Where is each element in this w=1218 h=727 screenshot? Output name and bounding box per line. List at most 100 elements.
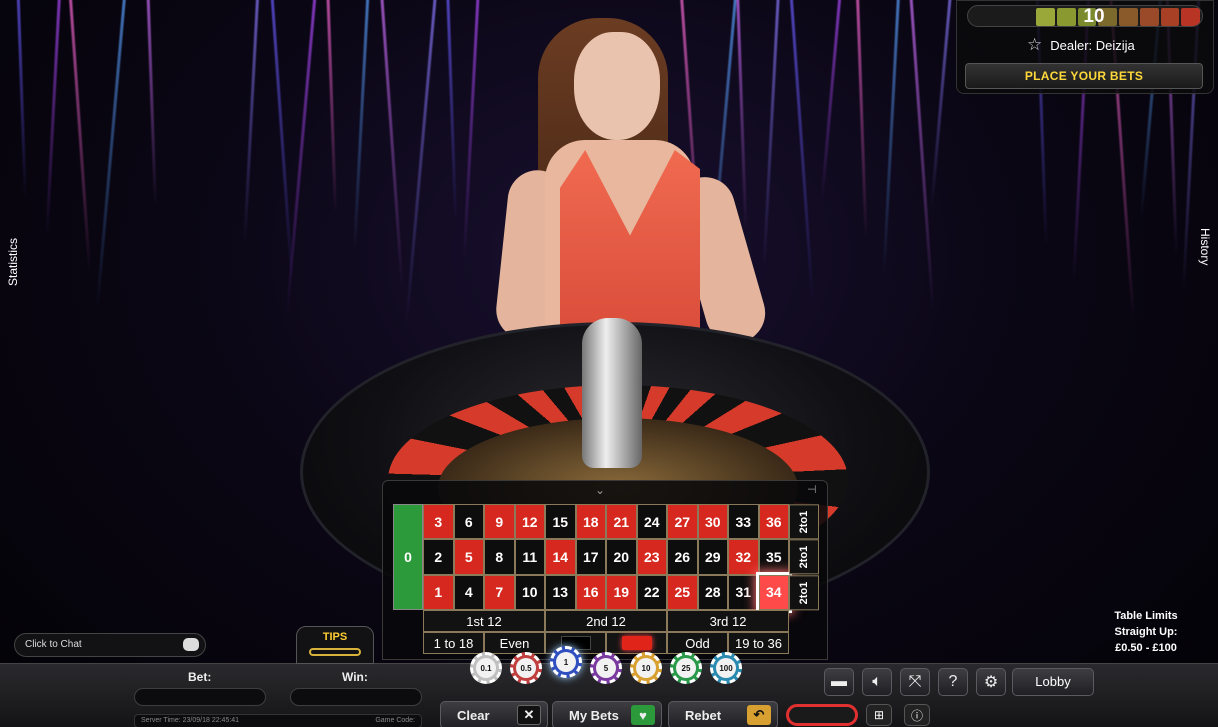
bet-spot-10[interactable]: 10 <box>514 574 545 610</box>
bet-spot-24[interactable]: 24 <box>636 504 667 540</box>
rebet-label: Rebet <box>685 707 722 723</box>
chip-100[interactable]: 100 <box>710 652 742 684</box>
bet-spot-16[interactable]: 16 <box>575 574 606 610</box>
column-bet-2[interactable]: 2to1 <box>789 539 819 575</box>
bet-spot-19[interactable]: 19 <box>606 574 637 610</box>
bet-spot-31[interactable]: 31 <box>728 574 759 610</box>
info-icon[interactable]: ⓘ <box>904 704 930 726</box>
timer-segment <box>1119 8 1138 26</box>
chevron-down-icon[interactable]: ⌄ <box>595 483 605 497</box>
bet-spot-22[interactable]: 22 <box>636 574 667 610</box>
outside-bet-1[interactable]: Even <box>484 632 545 654</box>
outside-bet-4[interactable]: Odd <box>667 632 728 654</box>
limits-type: Straight Up: <box>1114 626 1178 638</box>
bet-spot-14[interactable]: 14 <box>545 539 576 575</box>
light-streak <box>929 0 954 211</box>
chat-placeholder: Click to Chat <box>25 639 82 650</box>
column-bet-1[interactable]: 2to1 <box>789 504 819 540</box>
light-streak <box>243 0 260 245</box>
chip-5[interactable]: 5 <box>590 652 622 684</box>
chip-25[interactable]: 25 <box>670 652 702 684</box>
table-limits: Table Limits Straight Up: £0.50 - £100 <box>1104 608 1188 656</box>
chip-1[interactable]: 1 <box>550 646 582 678</box>
bet-label: Bet: <box>188 670 212 684</box>
gear-icon[interactable]: ⚙ <box>976 668 1006 696</box>
outside-bet-0[interactable]: 1 to 18 <box>423 632 484 654</box>
bet-spot-4[interactable]: 4 <box>453 574 484 610</box>
bet-spot-8[interactable]: 8 <box>484 539 515 575</box>
bet-spot-5[interactable]: 5 <box>453 539 484 575</box>
light-streak <box>67 0 92 274</box>
my-bets-label: My Bets <box>569 707 619 723</box>
help-icon[interactable]: ? <box>938 668 968 696</box>
bet-spot-1[interactable]: 1 <box>423 574 454 610</box>
bet-spot-11[interactable]: 11 <box>514 539 545 575</box>
bet-spot-13[interactable]: 13 <box>545 574 576 610</box>
light-streak <box>45 0 62 237</box>
chip-value: 1 <box>556 652 576 672</box>
speech-bubble-icon <box>183 638 199 651</box>
win-amount-field <box>290 688 422 706</box>
clear-button[interactable]: Clear ✕ <box>440 701 548 727</box>
server-status-line: Server Time: 23/09/18 22:45:41 Game Code… <box>134 714 422 727</box>
bet-spot-23[interactable]: 23 <box>636 539 667 575</box>
bet-spot-7[interactable]: 7 <box>484 574 515 610</box>
lobby-button[interactable]: Lobby <box>1012 668 1094 696</box>
bet-spot-25[interactable]: 25 <box>667 574 698 610</box>
chip-0.5[interactable]: 0.5 <box>510 652 542 684</box>
expand-icon[interactable]: ⤧ <box>900 668 930 696</box>
bet-spot-9[interactable]: 9 <box>484 504 515 540</box>
bet-spot-6[interactable]: 6 <box>453 504 484 540</box>
light-streak <box>269 0 294 282</box>
racetrack-toggle-button[interactable] <box>786 704 858 726</box>
timer-segment <box>1160 8 1180 26</box>
speaker-icon[interactable]: 🔈︎ <box>862 668 892 696</box>
bet-spot-28[interactable]: 28 <box>697 574 728 610</box>
bet-spot-30[interactable]: 30 <box>697 504 728 540</box>
bet-spot-33[interactable]: 33 <box>728 504 759 540</box>
dozen-bet-1[interactable]: 1st 12 <box>423 610 545 632</box>
timer-segment <box>1181 8 1200 26</box>
bet-spot-15[interactable]: 15 <box>545 504 576 540</box>
dozen-bet-3[interactable]: 3rd 12 <box>667 610 789 632</box>
red-bet[interactable] <box>606 632 667 654</box>
bet-spot-2[interactable]: 2 <box>423 539 454 575</box>
light-streak <box>146 0 157 208</box>
history-tab[interactable]: History <box>1198 228 1212 265</box>
bet-spot-35[interactable]: 35 <box>758 539 789 575</box>
bet-spot-26[interactable]: 26 <box>667 539 698 575</box>
dozen-bet-2[interactable]: 2nd 12 <box>545 610 667 632</box>
bet-spot-12[interactable]: 12 <box>514 504 545 540</box>
bet-spot-3[interactable]: 3 <box>423 504 454 540</box>
column-bet-3[interactable]: 2to1 <box>789 574 819 610</box>
bet-spot-29[interactable]: 29 <box>697 539 728 575</box>
light-streak <box>462 0 481 261</box>
fullscreen-small-icon[interactable]: ⊞ <box>866 704 892 726</box>
bet-spot-36[interactable]: 36 <box>758 504 789 540</box>
timer-segment <box>1139 8 1159 26</box>
bet-spot-20[interactable]: 20 <box>606 539 637 575</box>
chat-input[interactable]: Click to Chat <box>14 633 206 657</box>
bet-spot-34[interactable]: 34 <box>755 571 792 614</box>
tips-button[interactable]: TIPS <box>296 626 374 664</box>
bet-spot-zero[interactable]: 0 <box>393 504 423 610</box>
chat-bubble-icon[interactable]: ▬ <box>824 668 854 696</box>
star-icon[interactable]: ☆ <box>1027 35 1042 55</box>
bet-spot-21[interactable]: 21 <box>606 504 637 540</box>
pin-icon[interactable]: ⊣ <box>807 483 817 496</box>
clear-label: Clear <box>457 707 490 723</box>
tips-label: TIPS <box>322 631 348 643</box>
chip-0.1[interactable]: 0.1 <box>470 652 502 684</box>
rebet-button[interactable]: Rebet ↶ <box>668 701 778 727</box>
chip-10[interactable]: 10 <box>630 652 662 684</box>
bet-spot-32[interactable]: 32 <box>728 539 759 575</box>
column-bets: 2to1 2to1 2to1 <box>789 504 819 610</box>
bet-spot-27[interactable]: 27 <box>667 504 698 540</box>
bet-spot-18[interactable]: 18 <box>575 504 606 540</box>
statistics-tab[interactable]: Statistics <box>6 238 20 286</box>
light-streak <box>908 0 935 314</box>
outside-bet-5[interactable]: 19 to 36 <box>728 632 789 654</box>
undo-arrow-icon: ↶ <box>747 705 771 725</box>
my-bets-button[interactable]: My Bets ♥ <box>552 701 662 727</box>
bet-spot-17[interactable]: 17 <box>575 539 606 575</box>
